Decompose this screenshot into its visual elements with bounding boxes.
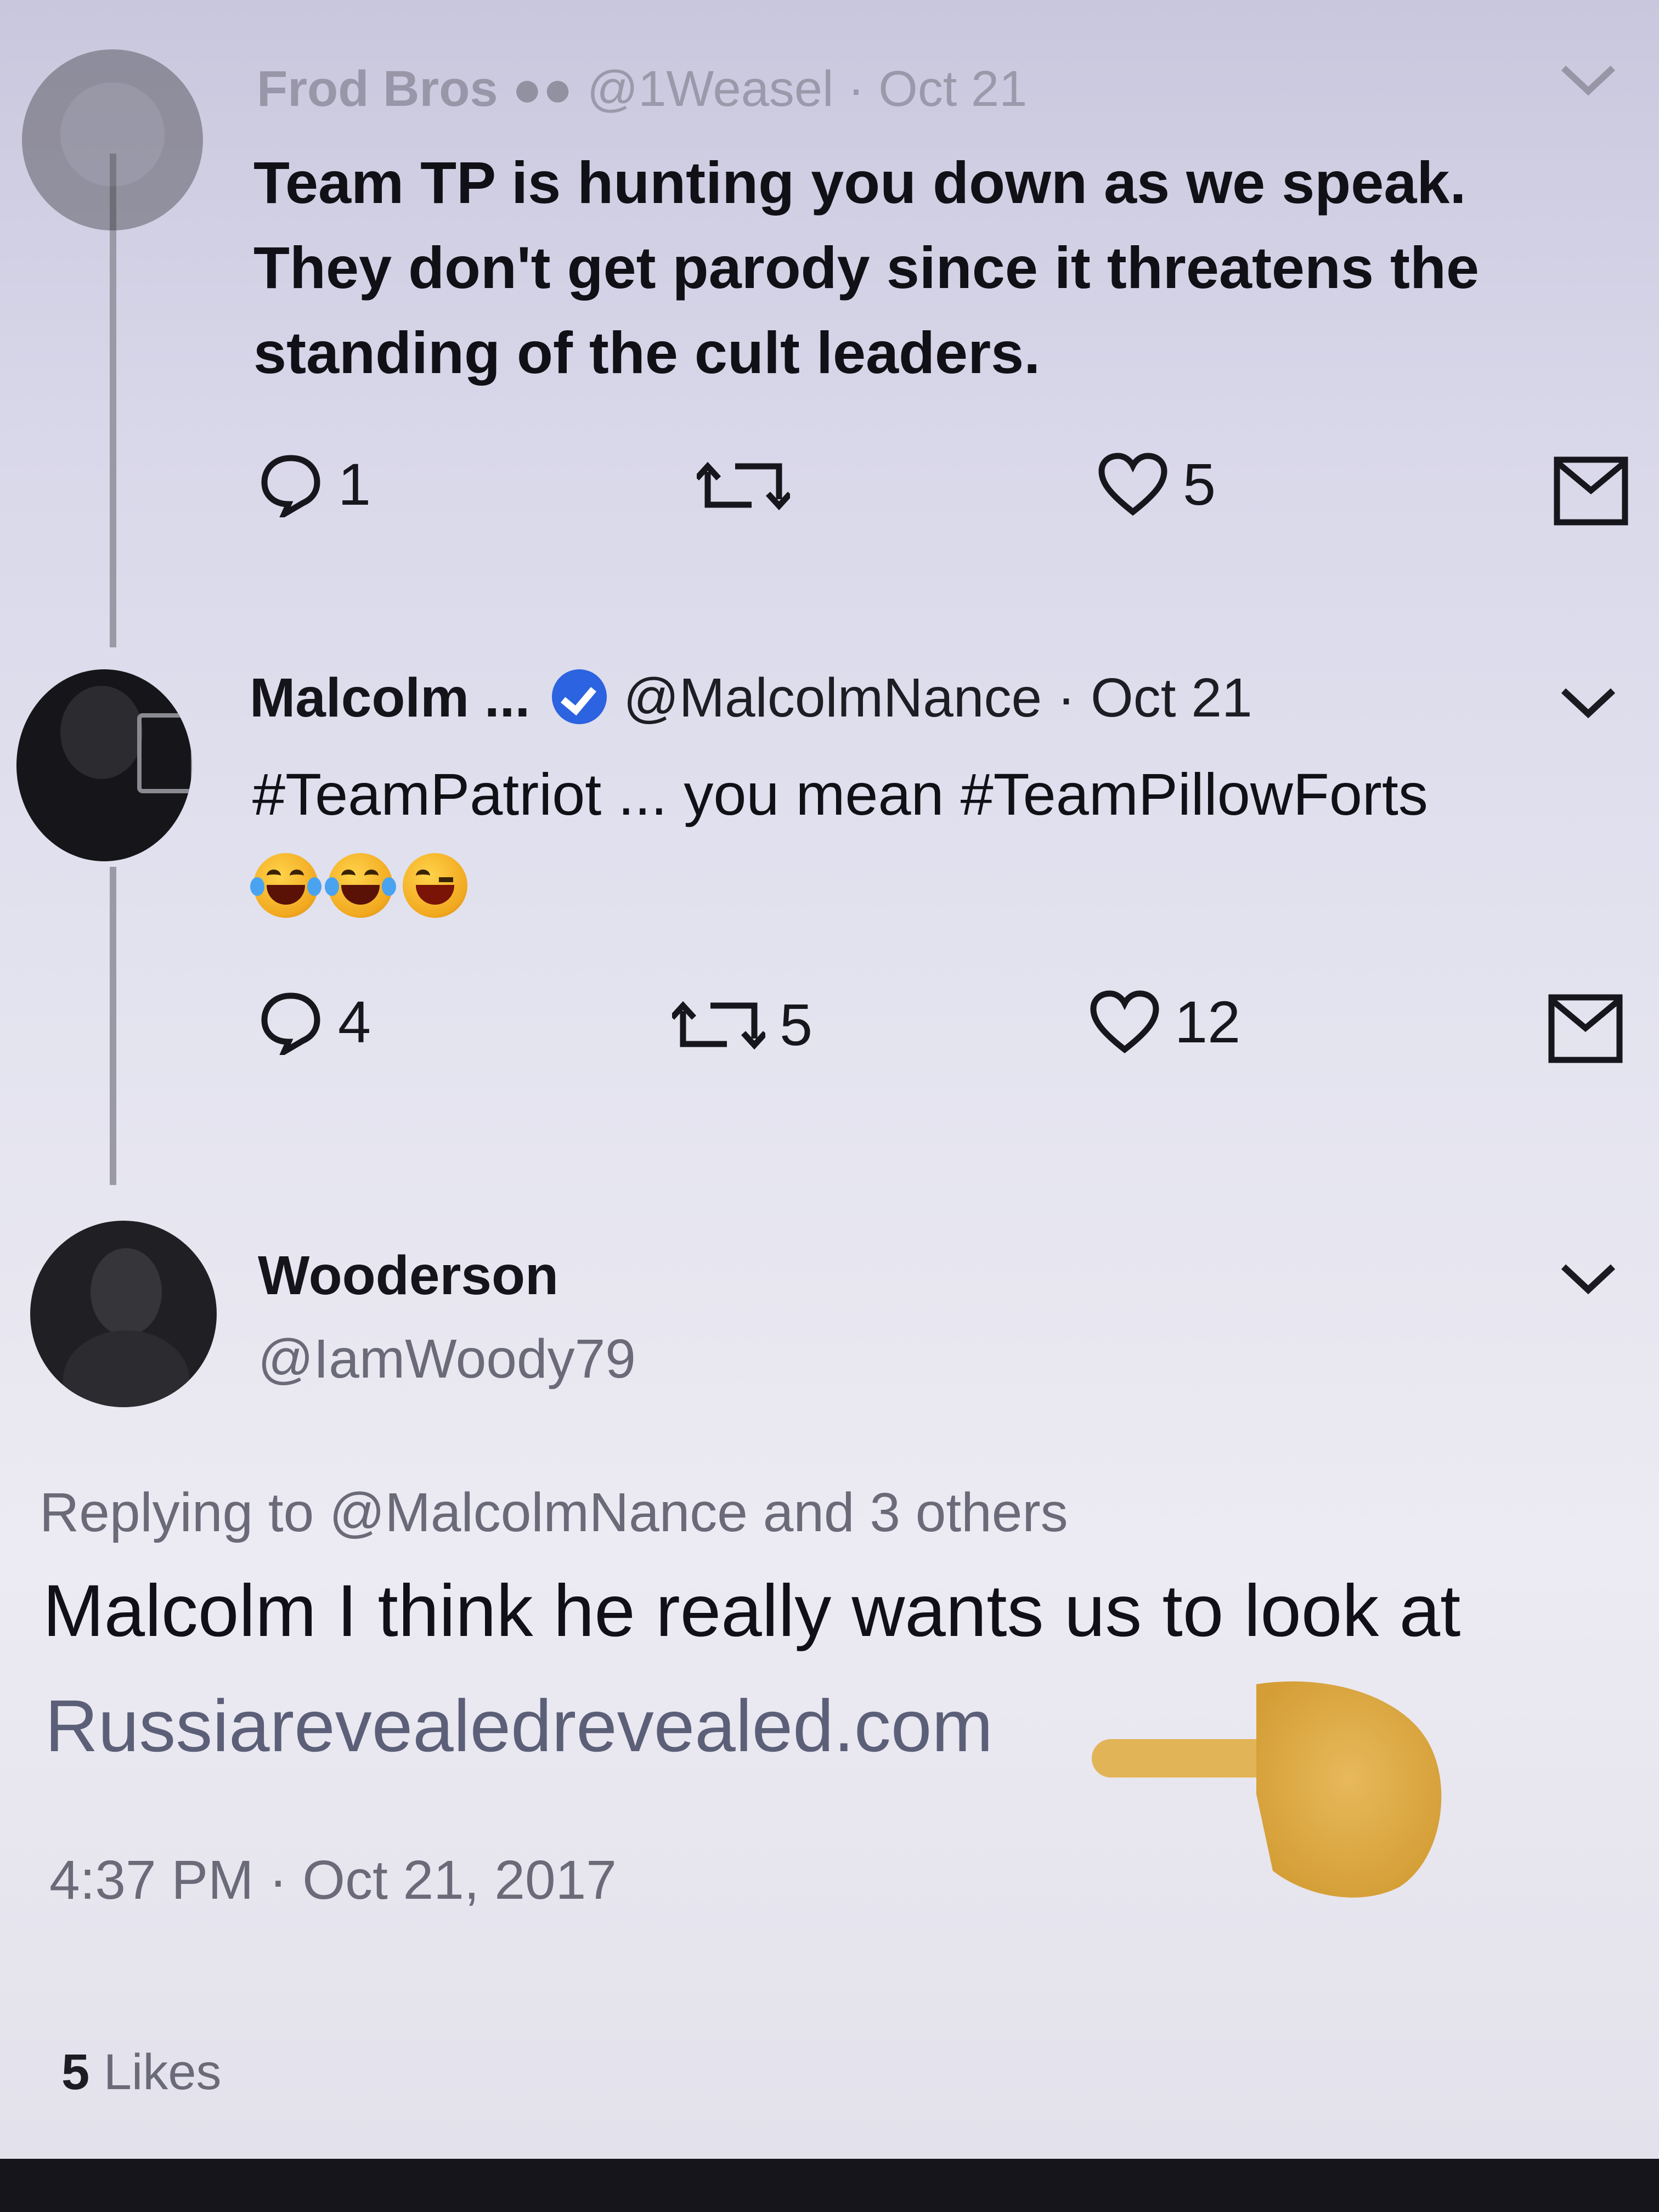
tweet2-retweet-count: 5 [780,991,813,1058]
replying-to-line[interactable]: Replying to @MalcolmNance and 3 others [40,1481,1068,1544]
tweet1-like-count: 5 [1183,451,1216,517]
likes-label: Likes [103,2044,222,2100]
face-with-tears-of-joy-icon [250,853,321,918]
tweet2-handle[interactable]: @MalcolmNance [623,667,1042,729]
tweet3-display-name[interactable]: Wooderson [258,1244,558,1307]
tweet2-reply-button[interactable]: 4 [258,988,371,1056]
retweet-icon [697,461,790,511]
avatar-malcolm-nance[interactable] [16,669,192,861]
likes-count: 5 [61,2044,90,2100]
monitor-bezel [0,2159,1659,2212]
likes-summary[interactable]: 5 Likes [61,2044,222,2101]
heart-icon-2 [1090,990,1159,1053]
tweet1-text-line3: standing of the cult leaders. [253,319,1041,386]
tweet2-text-line1: #TeamPatriot ... you mean #TeamPillowFor… [252,761,1428,827]
avatar-frod-bros[interactable] [22,49,203,230]
reply-icon-2 [261,992,320,1055]
face-with-tears-of-joy-icon-2 [325,853,396,918]
avatar-wooderson[interactable] [30,1221,217,1407]
winking-face-with-tongue-icon [403,853,467,918]
tweet2-header: Malcolm ... @MalcolmNance · Oct 21 [250,667,1252,729]
tweet3-link[interactable]: Russiarevealedrevealed.com [45,1684,993,1768]
tweet1-text-line2: They don't get parody since it threatens… [253,234,1480,301]
heart-icon [1098,452,1167,516]
chevron-down-icon-3[interactable] [1558,1259,1618,1297]
tweet2-date[interactable]: Oct 21 [1091,667,1252,729]
tweet1-header: Frod Bros ●● @1Weasel · Oct 21 [257,61,1028,117]
verified-badge-icon [552,669,607,724]
retweet-icon-2 [672,1001,765,1049]
tweet1-text-line1: Team TP is hunting you down as we speak. [253,149,1466,216]
tweet2-reply-count: 4 [338,989,371,1055]
badge-icons: ●● [512,61,587,117]
tweet1-retweet-button[interactable] [697,455,804,516]
tweet2-retweet-button[interactable]: 5 [672,990,812,1059]
thread-connector-line-2 [110,867,116,1185]
tweet1-handle[interactable]: @1Weasel [587,61,834,117]
reply-icon [261,454,320,517]
tweet1-reply-count: 1 [338,451,371,517]
tweet1-display-name[interactable]: Frod Bros [257,61,498,117]
pointing-hand-icon [1092,1681,1442,1898]
chevron-down-icon[interactable] [1558,60,1618,99]
direct-message-icon[interactable] [1553,455,1629,527]
tweet2-emoji-row [250,853,477,918]
tweet2-like-count: 12 [1175,989,1241,1055]
tweet2-like-button[interactable]: 12 [1089,988,1240,1056]
chevron-down-icon-2[interactable] [1558,683,1618,721]
tweet3-timestamp[interactable]: 4:37 PM · Oct 21, 2017 [49,1849,617,1912]
tweet1-reply-button[interactable]: 1 [258,450,371,518]
tweet-thread-screen: Frod Bros ●● @1Weasel · Oct 21 Team TP i… [0,0,1659,2212]
tweet1-date[interactable]: Oct 21 [878,61,1027,117]
tweet3-text-line1: Malcolm I think he really wants us to lo… [43,1570,1461,1652]
tweet2-display-name[interactable]: Malcolm ... [250,667,530,729]
direct-message-icon-2[interactable] [1547,993,1624,1064]
tweet3-handle[interactable]: @IamWoody79 [258,1328,636,1391]
tweet1-like-button[interactable]: 5 [1097,450,1216,518]
